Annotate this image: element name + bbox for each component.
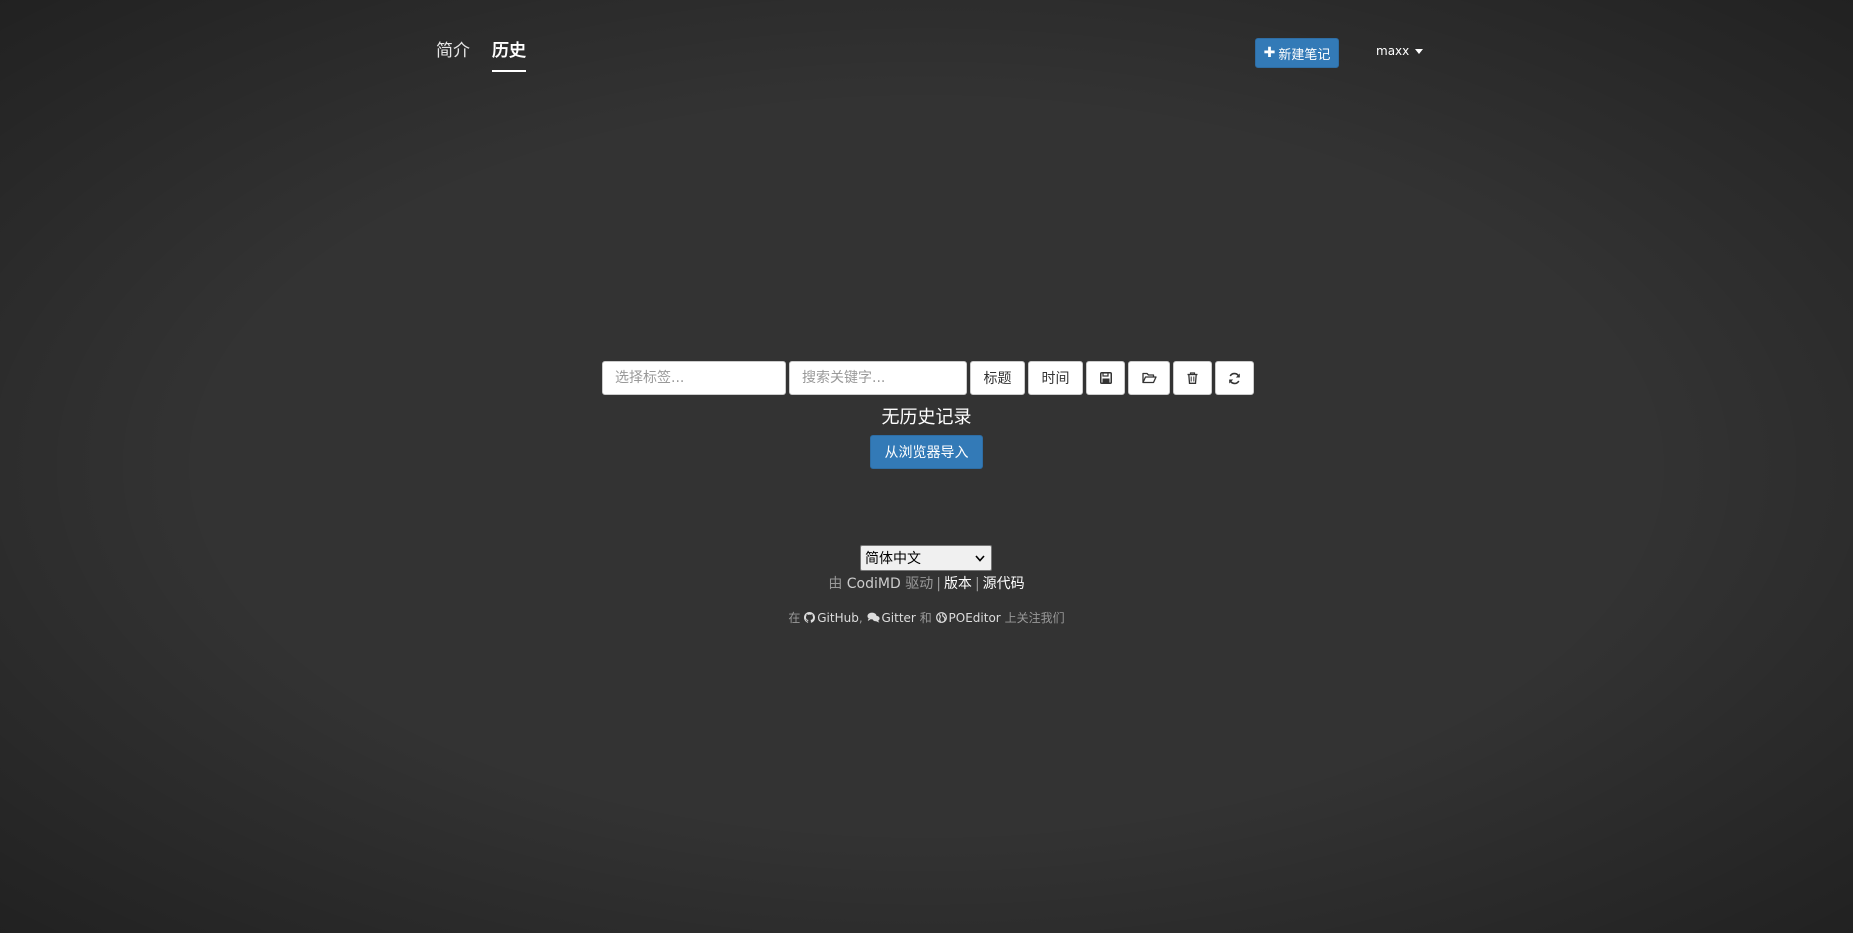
language-selected-value: 简体中文 bbox=[865, 551, 921, 567]
no-history-message: 无历史记录 bbox=[881, 407, 972, 428]
language-select[interactable]: 简体中文 bbox=[860, 545, 992, 571]
follow-suffix: 上关注我们 bbox=[1004, 611, 1065, 625]
user-menu[interactable]: maxx bbox=[1376, 44, 1424, 58]
powered-app-name: CodiMD bbox=[846, 576, 901, 592]
history-toolbar: 标题 时间 bbox=[602, 361, 1254, 395]
caret-down-icon bbox=[1415, 48, 1424, 54]
github-label: GitHub bbox=[817, 611, 859, 625]
plus-icon: ✚ bbox=[1263, 45, 1276, 61]
gitter-link[interactable]: Gitter bbox=[866, 611, 916, 625]
refresh-icon bbox=[1229, 372, 1240, 384]
gitter-label: Gitter bbox=[881, 611, 916, 625]
tab-history[interactable]: 历史 bbox=[492, 40, 526, 72]
globe-icon bbox=[935, 612, 947, 623]
github-link[interactable]: GitHub bbox=[804, 611, 859, 625]
sort-by-title-button[interactable]: 标题 bbox=[970, 361, 1025, 395]
separator: | bbox=[936, 576, 941, 592]
main-nav: 简介 历史 bbox=[436, 40, 526, 72]
new-note-button[interactable]: ✚ 新建笔记 bbox=[1255, 38, 1339, 68]
poeditor-label: POEditor bbox=[948, 611, 1001, 625]
powered-by-line: 由 CodiMD 驱动 | 版本 | 源代码 bbox=[0, 573, 1853, 593]
save-icon bbox=[1099, 372, 1112, 384]
version-link[interactable]: 版本 bbox=[944, 576, 972, 592]
import-file-button[interactable] bbox=[1128, 361, 1170, 395]
user-name: maxx bbox=[1376, 44, 1410, 58]
chevron-down-icon bbox=[975, 554, 985, 562]
and-text: 和 bbox=[919, 611, 932, 625]
new-note-label: 新建笔记 bbox=[1278, 47, 1331, 63]
follow-prefix: 在 bbox=[788, 611, 801, 625]
tag-filter-input[interactable] bbox=[602, 361, 786, 395]
refresh-button[interactable] bbox=[1215, 361, 1254, 395]
folder-open-icon bbox=[1141, 372, 1157, 384]
separator: | bbox=[974, 576, 980, 592]
follow-us-line: 在 GitHub, Gitter 和 POEditor 上关注我们 bbox=[0, 609, 1853, 626]
keyword-search-input[interactable] bbox=[789, 361, 967, 395]
github-icon bbox=[804, 612, 816, 623]
powered-suffix: 驱动 bbox=[905, 576, 934, 592]
comments-icon bbox=[866, 612, 880, 623]
export-button[interactable] bbox=[1086, 361, 1125, 395]
import-from-browser-button[interactable]: 从浏览器导入 bbox=[870, 435, 983, 469]
clear-history-button[interactable] bbox=[1173, 361, 1212, 395]
tab-intro[interactable]: 简介 bbox=[436, 40, 470, 72]
source-code-link[interactable]: 源代码 bbox=[983, 576, 1025, 592]
powered-prefix: 由 bbox=[828, 576, 843, 592]
trash-icon bbox=[1187, 372, 1198, 384]
comma: , bbox=[858, 611, 863, 625]
sort-by-time-button[interactable]: 时间 bbox=[1028, 361, 1083, 395]
poeditor-link[interactable]: POEditor bbox=[935, 611, 1001, 625]
